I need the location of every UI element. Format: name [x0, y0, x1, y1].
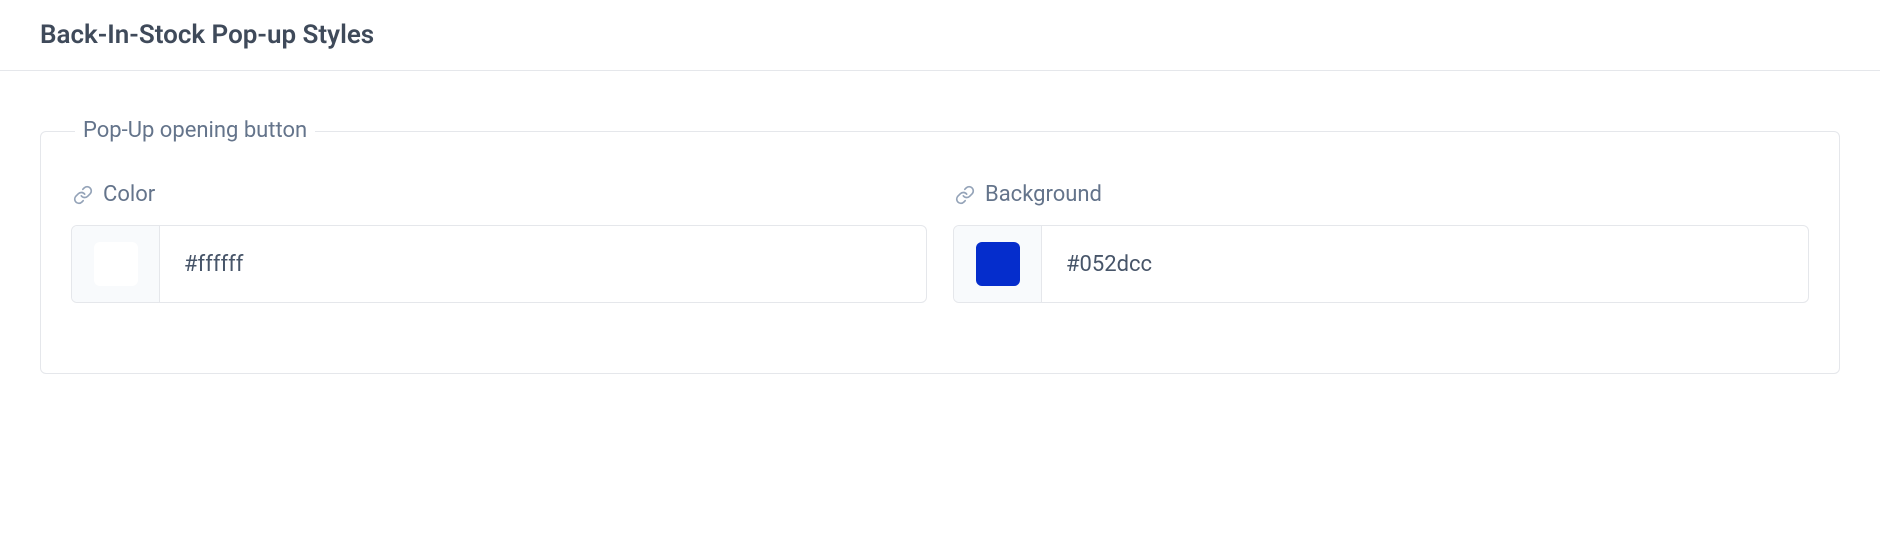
- background-field: Background: [953, 182, 1809, 303]
- background-label: Background: [985, 182, 1102, 207]
- color-label: Color: [103, 182, 155, 207]
- color-swatch: [94, 242, 138, 286]
- popup-opening-button-fieldset: Pop-Up opening button Color: [40, 131, 1840, 374]
- background-swatch: [976, 242, 1020, 286]
- color-label-row: Color: [73, 182, 927, 207]
- content-area: Pop-Up opening button Color: [0, 71, 1880, 414]
- link-icon: [955, 185, 975, 205]
- background-label-row: Background: [955, 182, 1809, 207]
- color-input[interactable]: [160, 226, 926, 302]
- link-icon: [73, 185, 93, 205]
- page-header: Back-In-Stock Pop-up Styles: [0, 0, 1880, 71]
- background-swatch-button[interactable]: [954, 226, 1042, 302]
- fields-row: Color Backgroun: [71, 182, 1809, 303]
- fieldset-legend: Pop-Up opening button: [75, 118, 315, 143]
- page-title: Back-In-Stock Pop-up Styles: [40, 20, 1840, 50]
- background-input[interactable]: [1042, 226, 1808, 302]
- color-field: Color: [71, 182, 927, 303]
- color-swatch-button[interactable]: [72, 226, 160, 302]
- background-input-wrap: [953, 225, 1809, 303]
- color-input-wrap: [71, 225, 927, 303]
